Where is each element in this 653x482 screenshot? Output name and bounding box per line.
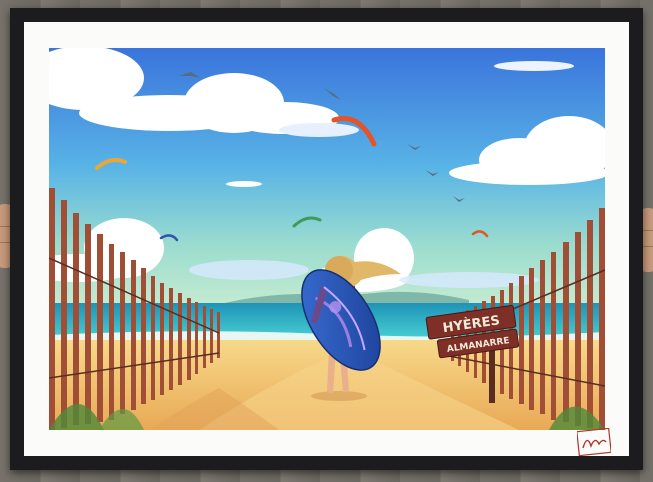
wooden-wall-background: HYÈRES ALMANARRE [0, 0, 653, 482]
beach-scene-svg: HYÈRES ALMANARRE [49, 48, 605, 430]
artist-signature [577, 428, 611, 456]
picture-frame: HYÈRES ALMANARRE [10, 8, 643, 470]
poster-mat: HYÈRES ALMANARRE [24, 22, 629, 456]
beach-illustration: HYÈRES ALMANARRE [49, 48, 605, 430]
